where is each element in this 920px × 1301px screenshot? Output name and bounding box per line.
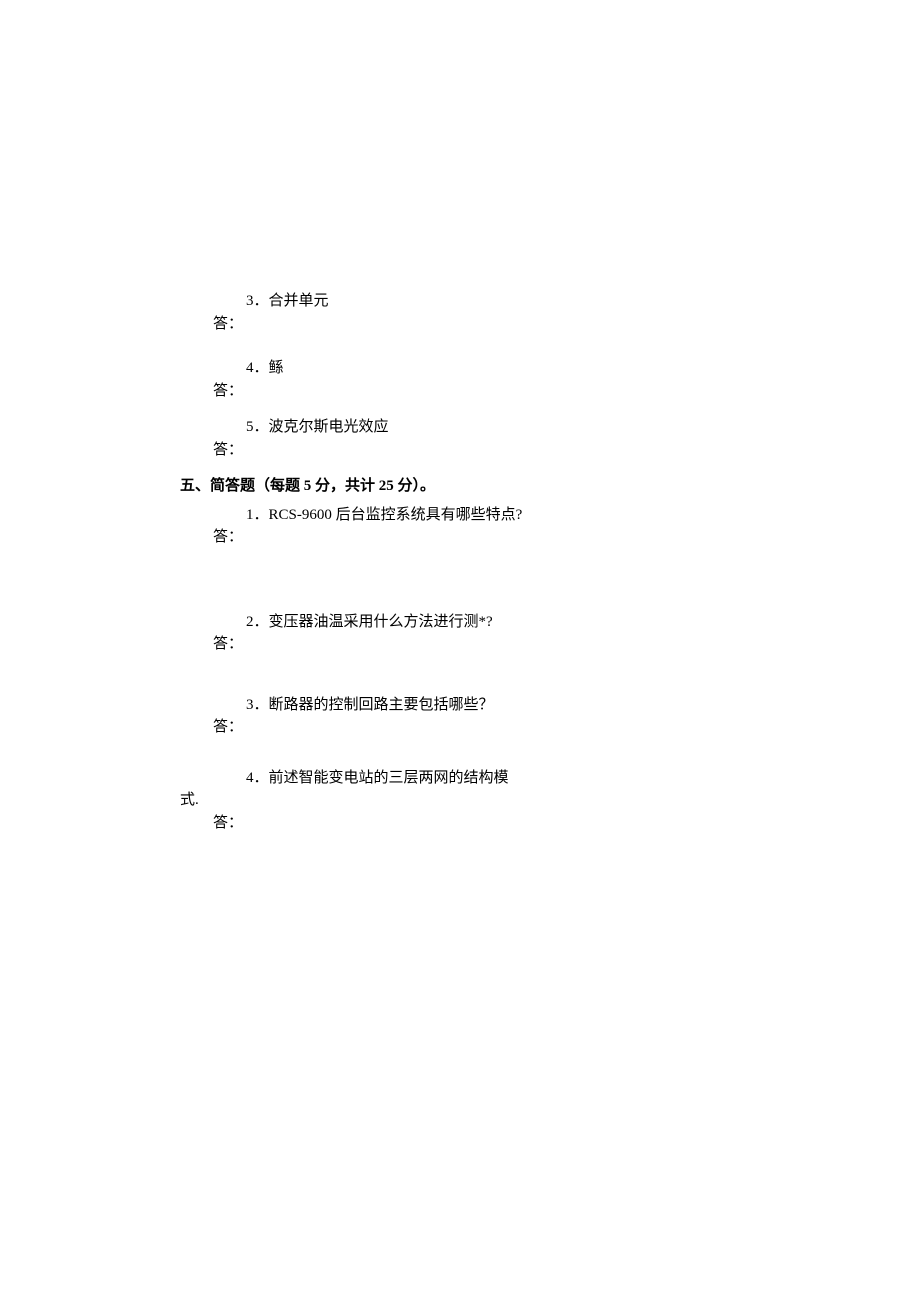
item-number: 5 xyxy=(213,416,254,439)
question-text: ．断路器的控制回路主要包括哪些？ xyxy=(254,697,494,713)
sec5-q3: 3．断路器的控制回路主要包括哪些？ xyxy=(180,692,760,717)
item-number: 1 xyxy=(213,504,254,527)
sec5-q4-wrap: 式. xyxy=(180,789,760,812)
sec4-item-5: 5．波克尔斯电光效应 xyxy=(180,416,760,439)
sec5-q1: 1．RCS-9600 后台监控系统具有哪些特点? xyxy=(180,502,760,527)
question-text: ．变压器油温采用什么方法进行测*? xyxy=(254,614,493,630)
item-number: 3 xyxy=(213,694,254,717)
item-number: 4 xyxy=(213,357,254,380)
item-number: 3 xyxy=(213,290,254,313)
section5-heading: 五、简答题（每题 5 分，共计 25 分）。 xyxy=(180,475,760,498)
sec5-q2: 2．变压器油温采用什么方法进行测*? xyxy=(180,609,760,634)
item-number: 4 xyxy=(213,767,254,790)
sec4-item-3: 3．合并单元 xyxy=(180,290,760,313)
question-text-line1: ．前述智能变电站的三层两网的结构模 xyxy=(254,770,509,786)
sec4-item-5-answer: 答： xyxy=(180,439,760,462)
sec4-item-3-answer: 答： xyxy=(180,313,760,336)
sec5-q4: 4．前述智能变电站的三层两网的结构模 xyxy=(180,765,760,790)
sec5-q3-answer: 答： xyxy=(180,716,760,739)
question-text: ．RCS-9600 后台监控系统具有哪些特点? xyxy=(254,507,523,523)
sec4-item-4-answer: 答： xyxy=(180,380,760,403)
document-page: 3．合并单元 答： 4．鲧 答： 5．波克尔斯电光效应 答： 五、简答题（每题 … xyxy=(0,0,920,834)
item-text: ．鲧 xyxy=(254,360,284,376)
item-text: ．合并单元 xyxy=(254,293,329,309)
sec4-item-4: 4．鲧 xyxy=(180,357,760,380)
item-text: ．波克尔斯电光效应 xyxy=(254,419,389,435)
sec5-q1-answer: 答： xyxy=(180,526,760,549)
item-number: 2 xyxy=(213,611,254,634)
sec5-q2-answer: 答： xyxy=(180,633,760,656)
sec5-q4-answer: 答： xyxy=(180,812,760,835)
